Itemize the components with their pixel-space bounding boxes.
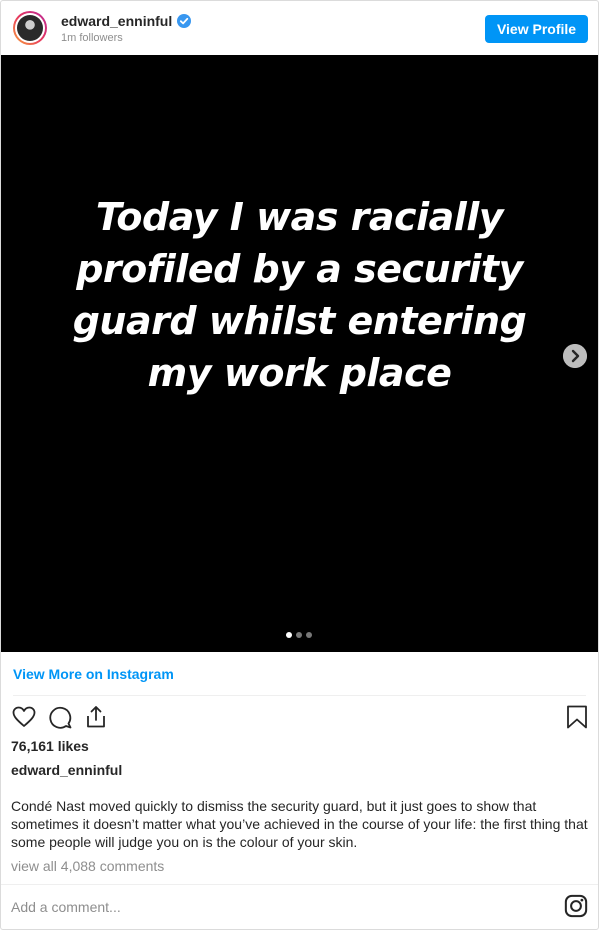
divider [13,695,586,696]
divider [1,884,598,885]
image-text-line: my work place [147,351,452,395]
username[interactable]: edward_enninful [61,13,172,29]
view-more-link[interactable]: View More on Instagram [13,666,174,682]
carousel-dot-active [286,632,292,638]
add-comment-input[interactable]: Add a comment... [11,899,121,915]
image-text-line: profiled by a security [76,247,523,291]
post-header: edward_enninful 1m followers View Profil… [1,1,598,55]
view-comments-link[interactable]: view all 4,088 comments [11,858,164,874]
chevron-right-icon[interactable] [563,344,587,368]
avatar-photo [17,15,43,41]
share-icon[interactable] [83,704,109,730]
heart-icon[interactable] [11,704,37,730]
avatar[interactable] [13,11,47,45]
caption-text: Condé Nast moved quickly to dismiss the … [11,798,588,850]
carousel-dot [306,632,312,638]
follower-count: 1m followers [61,32,123,44]
post-image[interactable]: Today I was racially profiled by a secur… [1,55,598,652]
like-count: 76,161 likes [11,738,89,754]
instagram-embed-card: edward_enninful 1m followers View Profil… [0,0,599,930]
caption-username[interactable]: edward_enninful [11,762,122,778]
comment-bubble-icon[interactable] [47,704,73,730]
carousel-dot [296,632,302,638]
verified-badge-icon [177,14,191,28]
image-text-line: guard whilst entering [72,299,527,343]
view-profile-button[interactable]: View Profile [485,15,588,43]
post-image-text: Today I was racially profiled by a secur… [1,191,598,399]
carousel-indicator [286,632,316,638]
image-text-line: Today I was racially [95,195,504,239]
bookmark-icon[interactable] [564,704,590,730]
instagram-logo-icon[interactable] [564,894,588,918]
